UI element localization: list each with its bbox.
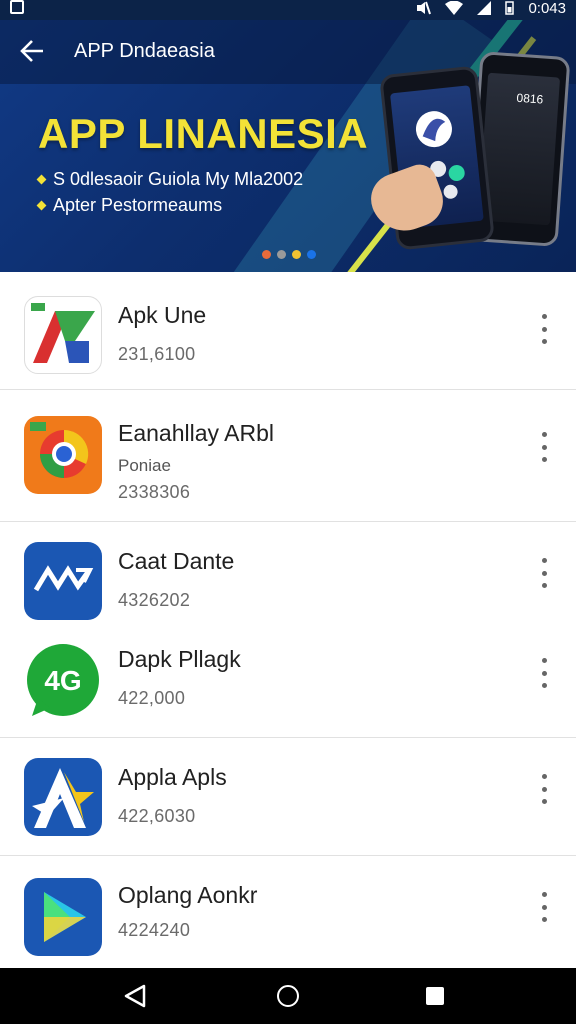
more-options-button[interactable] [536, 314, 552, 344]
more-vert-icon [541, 670, 547, 676]
bullet-diamond-icon [36, 200, 47, 210]
pager-dot[interactable] [262, 250, 271, 259]
app-count: 422,000 [118, 688, 186, 708]
more-vert-icon [541, 799, 547, 804]
more-options-button[interactable] [536, 658, 552, 688]
banner-bullets: S 0dlesaoir Guiola My Mla2002 Apter Pest… [36, 166, 304, 218]
nav-back-button[interactable] [124, 984, 146, 1013]
list-item[interactable]: 4G Dapk Pllagk 422,000 [0, 622, 576, 738]
notification-icon [10, 0, 24, 14]
app-count: 231,6100 [118, 344, 196, 364]
banner-bullet-text: S 0dlesaoir Guiola My Mla2002 [53, 169, 304, 189]
star-a-icon [24, 758, 102, 836]
list-item[interactable]: Eanahllay ARbl Poniae 2338306 [0, 392, 576, 522]
more-vert-icon [541, 570, 547, 576]
more-options-button[interactable] [536, 558, 552, 588]
app-subtitle: Poniae [118, 456, 171, 475]
triangle-back-icon [124, 984, 146, 1008]
phone-clock: 0816 [516, 90, 544, 107]
pager-dot[interactable] [277, 250, 286, 259]
apk-logo-icon [24, 296, 102, 374]
banner-bullet: S 0dlesaoir Guiola My Mla2002 [36, 166, 304, 192]
back-button[interactable] [18, 36, 48, 66]
list-item[interactable]: Caat Dante 4326202 [0, 522, 576, 622]
list-item[interactable]: Apk Une 231,6100 [0, 272, 576, 390]
more-options-button[interactable] [536, 432, 552, 462]
4g-chat-icon: 4G [24, 642, 102, 720]
banner-heading: APP LINANESIA [38, 110, 369, 157]
signal-icon [477, 1, 492, 15]
nav-home-button[interactable] [277, 985, 299, 1007]
pager-dot[interactable] [307, 250, 316, 259]
app-name: Caat Dante [118, 548, 235, 574]
wifi-icon [445, 1, 464, 15]
more-vert-icon [541, 774, 547, 779]
more-options-button[interactable] [536, 774, 552, 804]
status-time: 0:043 [528, 0, 566, 17]
status-bar: 0:043 [0, 0, 576, 20]
more-vert-icon [541, 432, 547, 437]
more-vert-icon [541, 558, 547, 563]
more-vert-icon [541, 892, 547, 897]
more-vert-icon [541, 786, 547, 792]
bullet-diamond-icon [36, 174, 47, 184]
app-count: 2338306 [118, 482, 191, 502]
mute-icon [417, 1, 432, 15]
list-item[interactable]: Oplang Aonkr 4224240 [0, 856, 576, 968]
nav-recents-button[interactable] [426, 987, 444, 1005]
more-vert-icon [541, 917, 547, 922]
app-count: 422,6030 [118, 806, 196, 826]
status-icons: 0:043 [415, 0, 566, 17]
battery-icon [505, 1, 515, 15]
app-count: 4326202 [118, 590, 191, 610]
more-vert-icon [541, 583, 547, 588]
page-title: APP Dndaeasia [74, 40, 215, 62]
more-vert-icon [541, 904, 547, 910]
more-vert-icon [541, 339, 547, 344]
chrome-like-icon [24, 416, 102, 494]
more-vert-icon [541, 444, 547, 450]
app-name: Dapk Pllagk [118, 646, 241, 672]
more-vert-icon [541, 314, 547, 319]
more-vert-icon [541, 326, 547, 332]
blue-arrows-icon [24, 542, 102, 620]
promo-banner: APP Dndaeasia APP LINANESIA S 0dlesaoir … [0, 20, 576, 272]
app-name: Apk Une [118, 302, 207, 328]
banner-bullet: Apter Pestormeaums [36, 192, 303, 218]
svg-text:4G: 4G [44, 665, 81, 696]
play-triangle-icon [24, 878, 102, 956]
list-item[interactable]: Appla Apls 422,6030 [0, 738, 576, 856]
more-vert-icon [541, 658, 547, 663]
more-vert-icon [541, 457, 547, 462]
banner-bullet-text: Apter Pestormeaums [53, 195, 223, 215]
arrow-back-icon [20, 40, 43, 62]
more-options-button[interactable] [536, 892, 552, 922]
banner-pager[interactable] [262, 250, 316, 259]
more-vert-icon [541, 683, 547, 688]
app-name: Eanahllay ARbl [118, 420, 274, 446]
app-count: 4224240 [118, 920, 191, 940]
navigation-bar [0, 968, 576, 1024]
pager-dot[interactable] [292, 250, 301, 259]
app-name: Appla Apls [118, 764, 227, 790]
app-name: Oplang Aonkr [118, 882, 258, 908]
